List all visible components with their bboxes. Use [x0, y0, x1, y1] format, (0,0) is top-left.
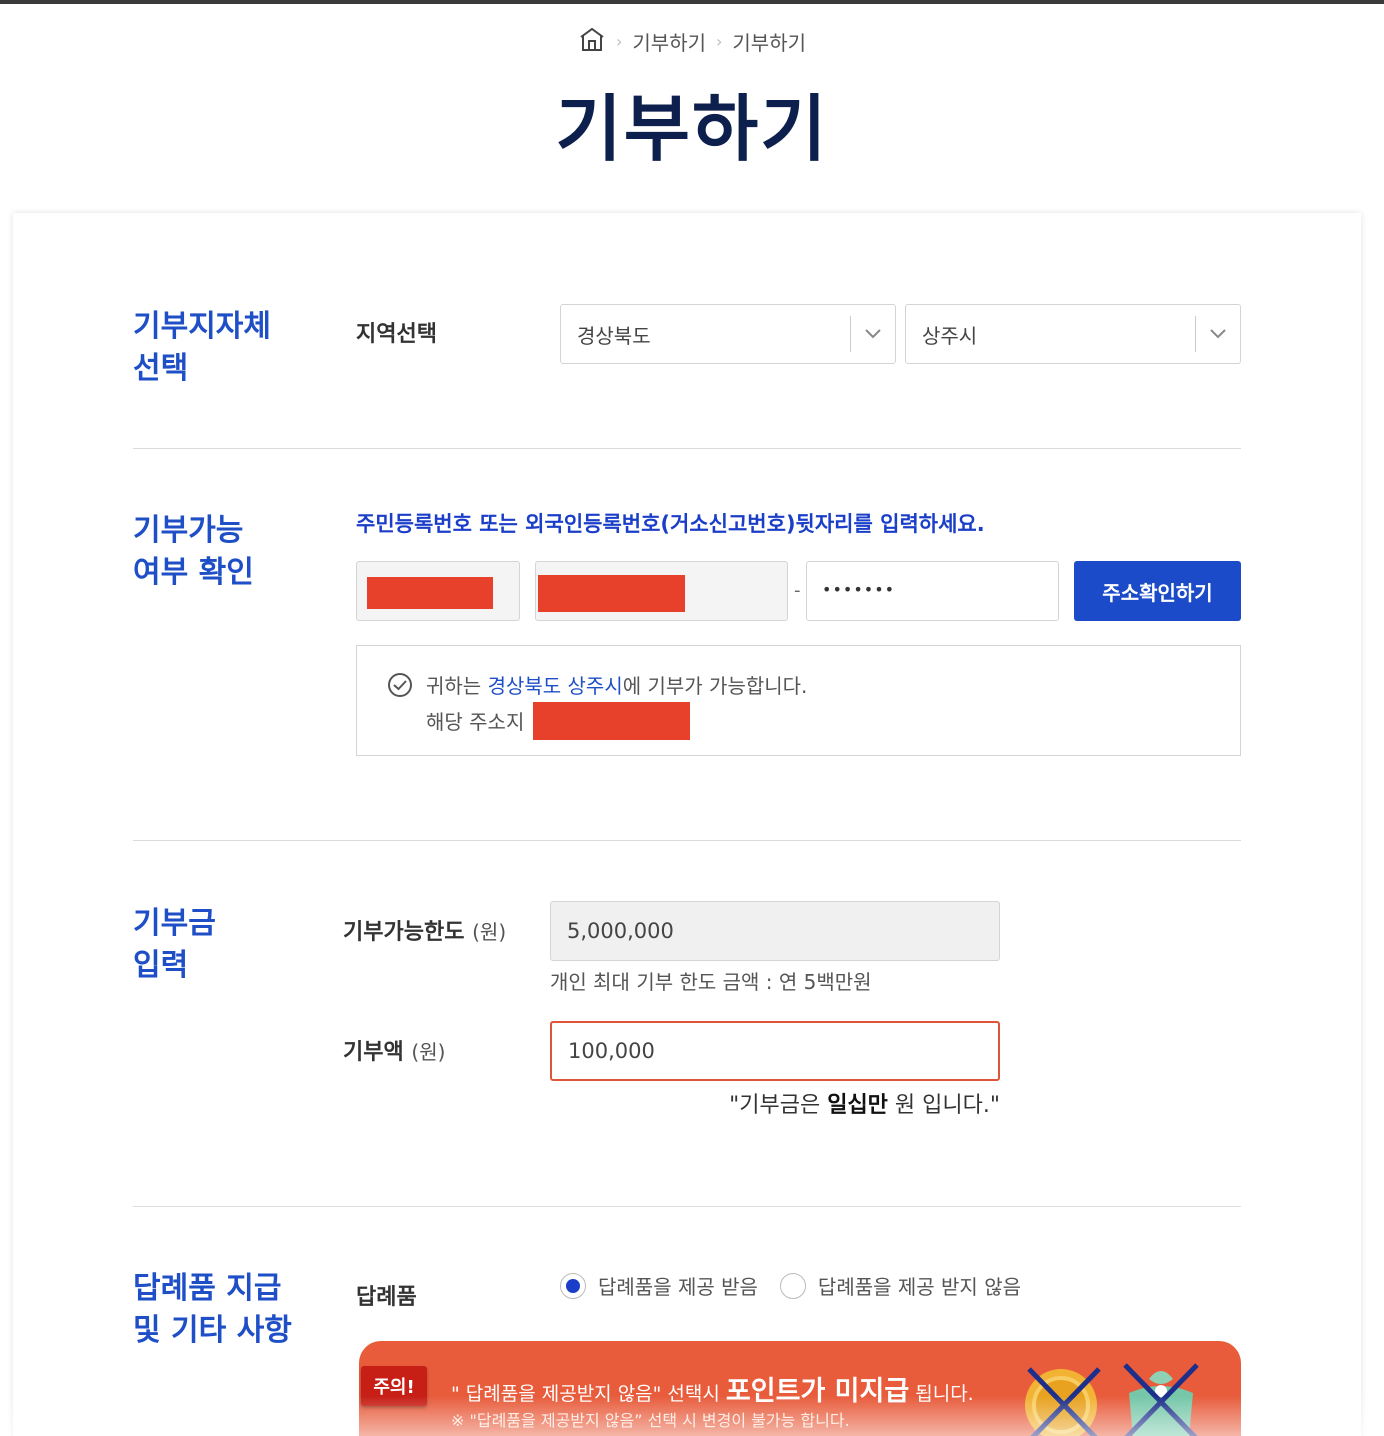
warning-badge: 주의! — [361, 1366, 427, 1406]
result-suffix: 에 기부가 가능합니다. — [622, 674, 808, 698]
breadcrumb-item[interactable]: 기부하기 — [632, 27, 706, 56]
section-title-region: 기부지자체 선택 — [133, 309, 271, 386]
home-icon[interactable] — [578, 26, 606, 57]
check-circle-icon — [386, 671, 414, 703]
address-check-button[interactable]: 주소확인하기 — [1074, 561, 1241, 621]
redaction-bar — [367, 577, 493, 609]
id-number-instruction: 주민등록번호 또는 외국인등록번호(거소신고번호)뒷자리를 입력하세요. — [356, 512, 985, 536]
donation-form-card — [13, 213, 1361, 1436]
section-divider — [133, 448, 1241, 449]
result-prefix: 귀하는 — [426, 674, 488, 698]
password-mask: ••••••• — [822, 580, 896, 599]
radio-decline-gift-label[interactable]: 답례품을 제공 받지 않음 — [818, 1271, 1021, 1300]
donation-amount-label: 기부액 (원) — [343, 1034, 445, 1066]
warning-main-suffix: 됩니다. — [909, 1383, 974, 1405]
breadcrumb-separator-icon: › — [615, 32, 623, 51]
amount-words-suffix: 원 입니다." — [887, 1093, 1000, 1118]
redaction-bar — [533, 702, 690, 740]
warning-sub-text: ※ "답례품을 제공받지 않음” 선택 시 변경이 불가능 합니다. — [451, 1411, 850, 1430]
section-divider — [133, 840, 1241, 841]
radio-receive-gift[interactable] — [560, 1272, 586, 1299]
donation-limit-field: 5,000,000 — [550, 901, 1000, 961]
warning-notice-banner: 주의! " 답례품을 제공받지 않음" 선택시 포인트가 미지급 됩니다. ※ … — [359, 1341, 1241, 1436]
donation-amount-input[interactable]: 100,000 — [550, 1021, 1000, 1081]
gift-crossed-icon — [1119, 1359, 1203, 1436]
donation-label-text: 기부액 — [343, 1040, 404, 1065]
point-coin-crossed-icon — [1021, 1361, 1105, 1436]
province-select-value: 경상북도 — [577, 323, 651, 348]
chevron-down-icon — [1196, 328, 1240, 340]
region-select-label: 지역선택 — [356, 322, 437, 347]
section-title-amount: 기부금 입력 — [133, 906, 216, 983]
redaction-bar — [538, 575, 685, 612]
amount-in-words: "기부금은 일십만 원 입니다." — [550, 1087, 1000, 1119]
breadcrumb-separator-icon: › — [716, 32, 723, 51]
amount-words-prefix: "기부금은 — [729, 1093, 828, 1118]
radio-decline-gift[interactable] — [779, 1272, 806, 1299]
donation-unit: (원) — [411, 1040, 446, 1064]
eligibility-result-box — [356, 645, 1241, 756]
warning-main-prefix: " 답례품을 제공받지 않음" 선택시 — [451, 1383, 726, 1405]
gift-label: 답례품 — [356, 1285, 417, 1310]
city-select-value: 상주시 — [922, 323, 978, 348]
top-border — [0, 0, 1384, 4]
eligibility-result-text: 귀하는 경상북도 상주시에 기부가 가능합니다. — [426, 670, 807, 699]
section-divider — [133, 1206, 1241, 1207]
limit-label-text: 기부가능한도 — [343, 920, 465, 945]
address-label: 해당 주소지 : — [426, 710, 538, 734]
section-title-gift: 답례품 지급 및 기타 사항 — [133, 1271, 292, 1348]
warning-main-emphasis: 포인트가 미지급 — [725, 1376, 910, 1407]
amount-words-value: 일십만 — [827, 1093, 888, 1118]
result-region-highlight: 경상북도 상주시 — [487, 674, 623, 698]
breadcrumb-item-current[interactable]: 기부하기 — [732, 27, 806, 56]
radio-receive-gift-label[interactable]: 답례품을 제공 받음 — [598, 1271, 758, 1300]
limit-unit: (원) — [472, 920, 507, 944]
section-title-eligibility: 기부가능 여부 확인 — [133, 513, 254, 590]
donation-limit-hint: 개인 최대 기부 한도 금액 : 연 5백만원 — [550, 970, 872, 994]
limit-label: 기부가능한도 (원) — [343, 914, 506, 946]
city-select[interactable]: 상주시 — [905, 304, 1241, 364]
province-select[interactable]: 경상북도 — [560, 304, 896, 364]
gift-radio-group: 답례품을 제공 받음 답례품을 제공 받지 않음 — [560, 1271, 1043, 1300]
id-separator: - — [794, 580, 801, 601]
chevron-down-icon — [851, 328, 895, 340]
breadcrumb: › 기부하기 › 기부하기 — [0, 26, 1384, 57]
page-title: 기부하기 — [555, 87, 829, 171]
warning-main-text: " 답례품을 제공받지 않음" 선택시 포인트가 미지급 됩니다. — [451, 1369, 974, 1408]
